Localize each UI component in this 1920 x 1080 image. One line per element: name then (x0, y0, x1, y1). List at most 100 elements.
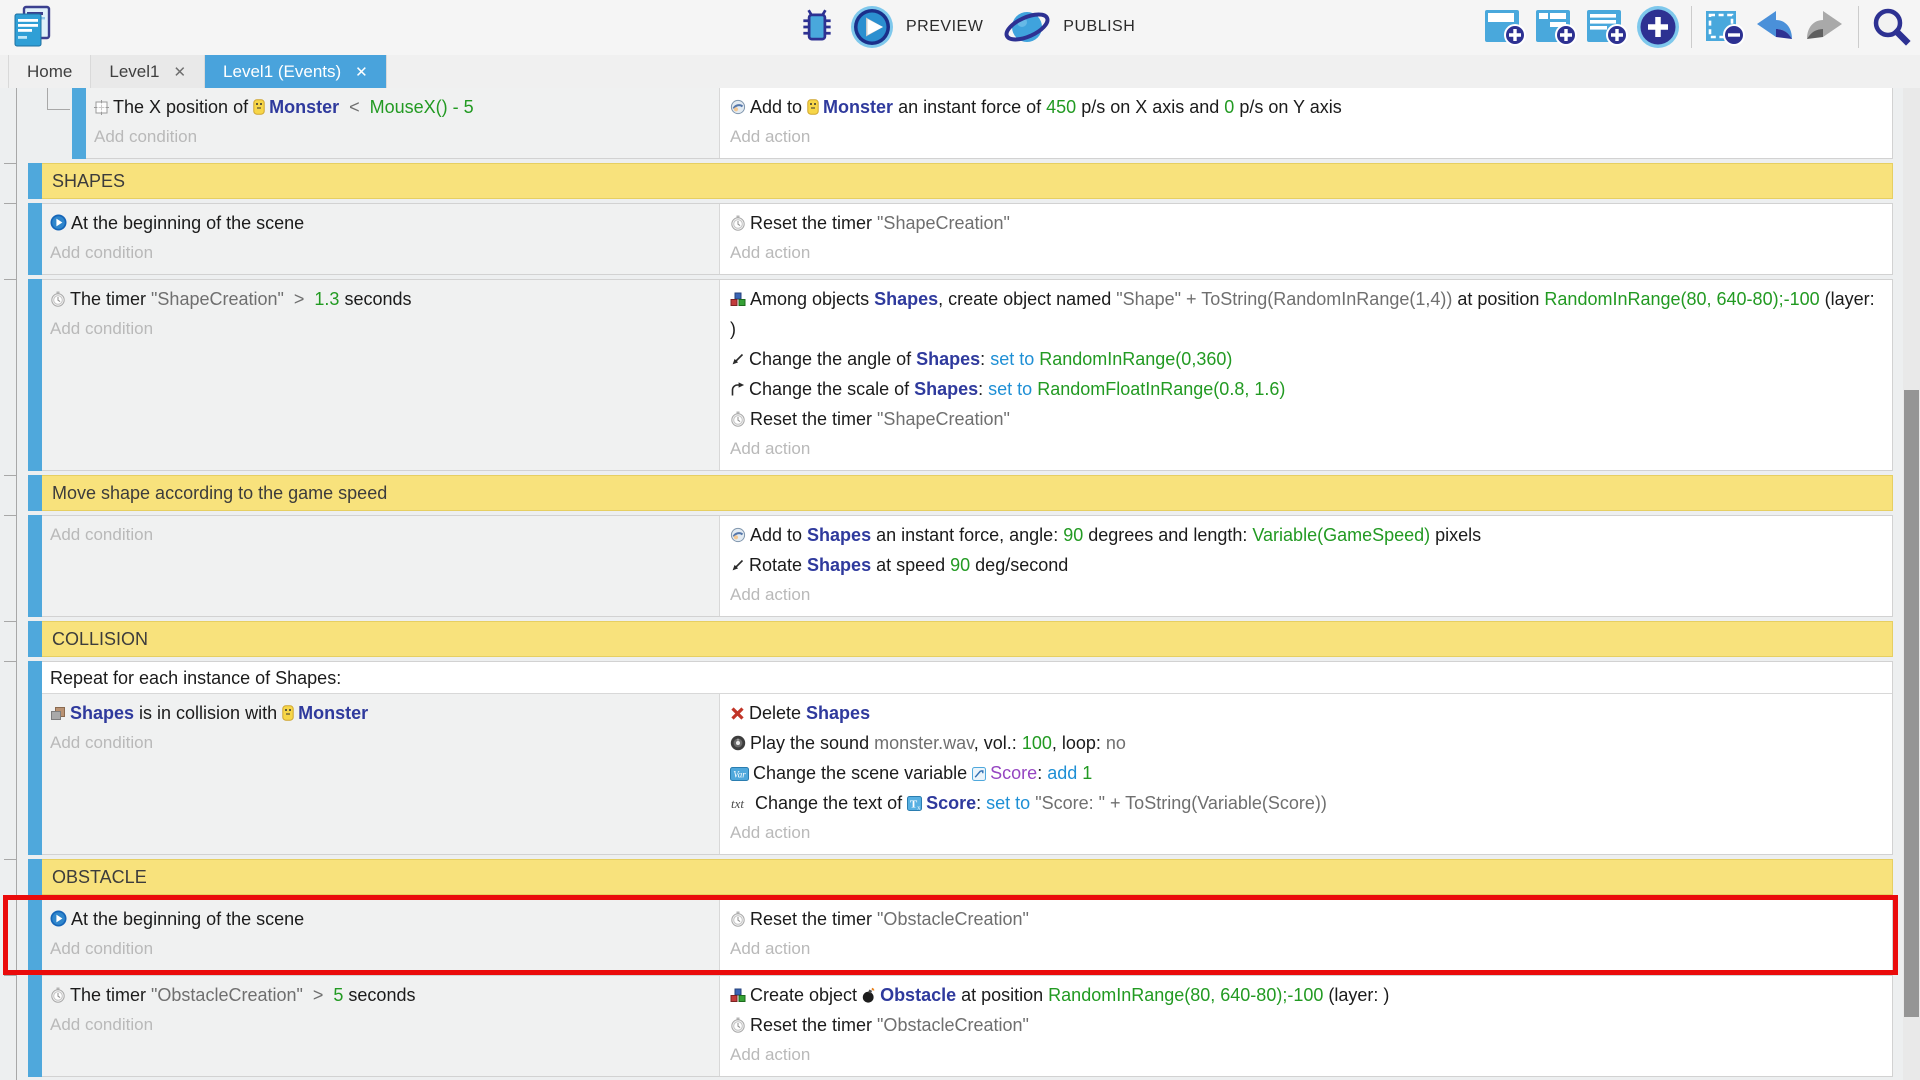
action-line[interactable]: Add to Monster an instant force of 450 p… (730, 92, 1882, 122)
actions-cell[interactable]: Delete ShapesPlay the sound monster.wav,… (720, 694, 1892, 854)
conditions-cell[interactable]: Shapes is in collision with MonsterAdd c… (42, 694, 720, 854)
add-action-link[interactable]: Add action (730, 934, 1882, 964)
scrollbar-thumb[interactable] (1904, 390, 1919, 1017)
vertical-scrollbar[interactable] (1903, 88, 1920, 1080)
actions-cell[interactable]: Create object Obstacle at position Rando… (720, 976, 1892, 1076)
events-sheet: The X position of Monster < MouseX() - 5… (0, 88, 1920, 1080)
event-body: At the beginning of the sceneAdd conditi… (42, 899, 1893, 971)
action-line[interactable]: VarChange the scene variable Score: add … (730, 758, 1882, 788)
foreach-header[interactable]: Repeat for each instance of Shapes: (42, 662, 1892, 693)
event-row[interactable]: The timer "ObstacleCreation" > 5 seconds… (28, 975, 1893, 1077)
text-segment: "ObstacleCreation" (877, 909, 1029, 929)
action-line[interactable]: Reset the timer "ShapeCreation" (730, 208, 1882, 238)
condition-line[interactable]: Shapes is in collision with Monster (50, 698, 711, 728)
tab-home[interactable]: Home (8, 55, 91, 88)
event-row[interactable]: Repeat for each instance of Shapes:Shape… (28, 661, 1893, 855)
conditions-cell[interactable]: At the beginning of the sceneAdd conditi… (42, 900, 720, 970)
add-action-link[interactable]: Add action (730, 1040, 1882, 1070)
action-line[interactable]: txtChange the text of TxScore: set to "S… (730, 788, 1882, 818)
add-action-link[interactable]: Add action (730, 580, 1882, 610)
text-segment: pixels (1430, 525, 1481, 545)
event-row[interactable]: The timer "ShapeCreation" > 1.3 secondsA… (28, 279, 1893, 471)
event-row[interactable]: At the beginning of the sceneAdd conditi… (28, 203, 1893, 275)
actions-cell[interactable]: Reset the timer "ShapeCreation"Add actio… (720, 204, 1892, 274)
publish-label[interactable]: PUBLISH (1063, 18, 1135, 36)
event-row[interactable]: Add condition Add to Shapes an instant fo… (28, 515, 1893, 617)
condition-line[interactable]: At the beginning of the scene (50, 904, 711, 934)
actions-cell[interactable]: Among objects Shapes, create object name… (720, 280, 1892, 470)
add-condition-link[interactable]: Add condition (50, 1010, 711, 1040)
conditions-cell[interactable]: The timer "ShapeCreation" > 1.3 secondsA… (42, 280, 720, 470)
undo-icon[interactable] (1752, 7, 1796, 47)
event-row[interactable]: The X position of Monster < MouseX() - 5… (72, 88, 1893, 159)
event-selection-bar[interactable] (72, 88, 86, 159)
actions-cell[interactable]: Add to Shapes an instant force, angle: 9… (720, 516, 1892, 616)
tab-label: Level1 (Events) (223, 62, 341, 82)
event-row[interactable]: At the beginning of the sceneAdd conditi… (28, 899, 1893, 971)
action-line[interactable]: Create object Obstacle at position Rando… (730, 980, 1882, 1010)
action-line[interactable]: Reset the timer "ShapeCreation" (730, 404, 1882, 434)
add-action-link[interactable]: Add action (730, 238, 1882, 268)
conditions-cell[interactable]: The timer "ObstacleCreation" > 5 seconds… (42, 976, 720, 1076)
preview-play-icon[interactable] (850, 5, 894, 49)
delete-selection-icon[interactable] (1703, 6, 1745, 48)
event-selection-bar[interactable] (28, 661, 42, 855)
event-selection-bar[interactable] (28, 859, 42, 895)
group-header[interactable]: SHAPES (42, 163, 1893, 199)
event-selection-bar[interactable] (28, 621, 42, 657)
action-line[interactable]: Change the angle of Shapes: set to Rando… (730, 344, 1882, 374)
group-header[interactable]: OBSTACLE (42, 859, 1893, 895)
actions-cell[interactable]: Reset the timer "ObstacleCreation"Add ac… (720, 900, 1892, 970)
add-event-icon[interactable] (1483, 6, 1527, 48)
event-body: Repeat for each instance of Shapes:Shape… (42, 661, 1893, 855)
actions-cell[interactable]: Add to Monster an instant force of 450 p… (720, 88, 1892, 158)
action-line[interactable]: Change the scale of Shapes: set to Rando… (730, 374, 1882, 404)
tab-level1[interactable]: Level1 ✕ (91, 55, 205, 88)
action-line[interactable]: Reset the timer "ObstacleCreation" (730, 904, 1882, 934)
add-comment-icon[interactable] (1585, 6, 1629, 48)
redo-icon[interactable] (1803, 7, 1847, 47)
add-condition-link[interactable]: Add condition (50, 314, 711, 344)
add-action-link[interactable]: Add action (730, 434, 1882, 464)
add-condition-link[interactable]: Add condition (94, 122, 711, 152)
search-icon[interactable] (1870, 6, 1912, 48)
action-line[interactable]: Reset the timer "ObstacleCreation" (730, 1010, 1882, 1040)
publish-globe-icon[interactable] (1003, 5, 1051, 49)
add-subevent-icon[interactable] (1534, 6, 1578, 48)
close-icon[interactable]: ✕ (355, 63, 368, 81)
add-condition-link[interactable]: Add condition (50, 520, 711, 550)
condition-line[interactable]: The X position of Monster < MouseX() - 5 (94, 92, 711, 122)
add-action-link[interactable]: Add action (730, 122, 1882, 152)
event-selection-bar[interactable] (28, 475, 42, 511)
event-selection-bar[interactable] (28, 163, 42, 199)
event-selection-bar[interactable] (28, 279, 42, 471)
event-selection-bar[interactable] (28, 515, 42, 617)
condition-line[interactable]: The timer "ShapeCreation" > 1.3 seconds (50, 284, 711, 314)
action-line[interactable]: Play the sound monster.wav, vol.: 100, l… (730, 728, 1882, 758)
app-logo-icon[interactable] (12, 5, 52, 54)
close-icon[interactable]: ✕ (173, 63, 186, 81)
add-action-link[interactable]: Add action (730, 818, 1882, 848)
condition-line[interactable]: At the beginning of the scene (50, 208, 711, 238)
add-condition-link[interactable]: Add condition (50, 238, 711, 268)
action-line[interactable]: Delete Shapes (730, 698, 1882, 728)
conditions-cell[interactable]: At the beginning of the sceneAdd conditi… (42, 204, 720, 274)
event-selection-bar[interactable] (28, 975, 42, 1077)
conditions-cell[interactable]: The X position of Monster < MouseX() - 5… (86, 88, 720, 158)
action-line[interactable]: Among objects Shapes, create object name… (730, 284, 1882, 344)
tab-level1-events[interactable]: Level1 (Events) ✕ (205, 55, 387, 88)
debug-icon[interactable] (796, 6, 838, 48)
group-header[interactable]: COLLISION (42, 621, 1893, 657)
text-segment: Reset the timer (750, 909, 877, 929)
add-circle-icon[interactable] (1636, 5, 1680, 49)
add-condition-link[interactable]: Add condition (50, 934, 711, 964)
group-header[interactable]: Move shape according to the game speed (42, 475, 1893, 511)
action-line[interactable]: Add to Shapes an instant force, angle: 9… (730, 520, 1882, 550)
condition-line[interactable]: The timer "ObstacleCreation" > 5 seconds (50, 980, 711, 1010)
event-selection-bar[interactable] (28, 899, 42, 971)
conditions-cell[interactable]: Add condition (42, 516, 720, 616)
event-selection-bar[interactable] (28, 203, 42, 275)
preview-label[interactable]: PREVIEW (906, 18, 983, 36)
add-condition-link[interactable]: Add condition (50, 728, 711, 758)
action-line[interactable]: Rotate Shapes at speed 90 deg/second (730, 550, 1882, 580)
